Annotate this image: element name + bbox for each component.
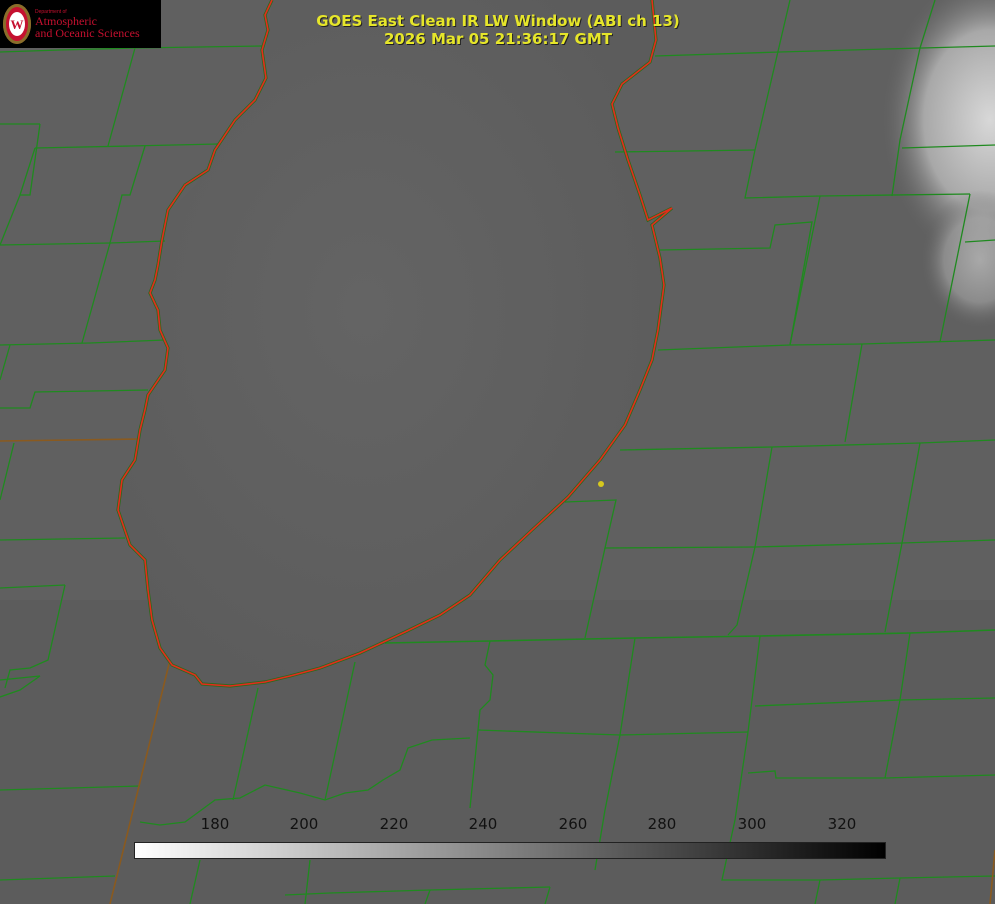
location-marker-dot [598,481,604,487]
logo-emblem-letter: W [11,17,24,32]
colorbar-tick-label: 180 [200,815,230,833]
colorbar-tick-label: 220 [379,815,409,833]
logo-name-line2: and Oceanic Sciences [35,26,140,40]
image-title: GOES East Clean IR LW Window (ABI ch 13) [316,12,680,30]
temperature-colorbar [134,842,886,859]
colorbar-tick-label: 240 [468,815,498,833]
satellite-map [0,0,995,904]
university-logo-icon: W [3,4,31,44]
image-timestamp: 2026 Mar 05 21:36:17 GMT [383,30,613,48]
colorbar-tick-label: 300 [737,815,767,833]
colorbar-tick-label: 280 [647,815,677,833]
colorbar-tick-label: 260 [558,815,588,833]
colorbar-tick-label: 320 [827,815,857,833]
colorbar-tick-label: 200 [289,815,319,833]
logo: W Department of Atmospheric and Oceanic … [0,0,161,48]
